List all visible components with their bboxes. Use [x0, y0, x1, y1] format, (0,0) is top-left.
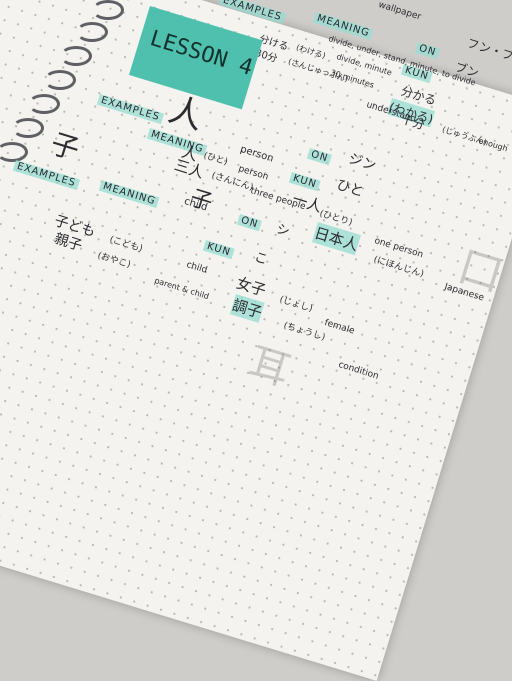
top-on-reading: フン・ブ	[465, 35, 512, 64]
spiral-ring	[28, 94, 60, 114]
top-on-label: ON	[414, 42, 441, 60]
spiral-ring	[12, 118, 44, 138]
spiral-ring	[44, 70, 76, 90]
top-header-right: wallpaper	[377, 0, 423, 23]
lesson-title: LESSON 4	[146, 26, 256, 82]
spiral-ring	[60, 46, 92, 66]
spiral-ring	[76, 22, 108, 42]
spiral-ring	[92, 0, 124, 20]
